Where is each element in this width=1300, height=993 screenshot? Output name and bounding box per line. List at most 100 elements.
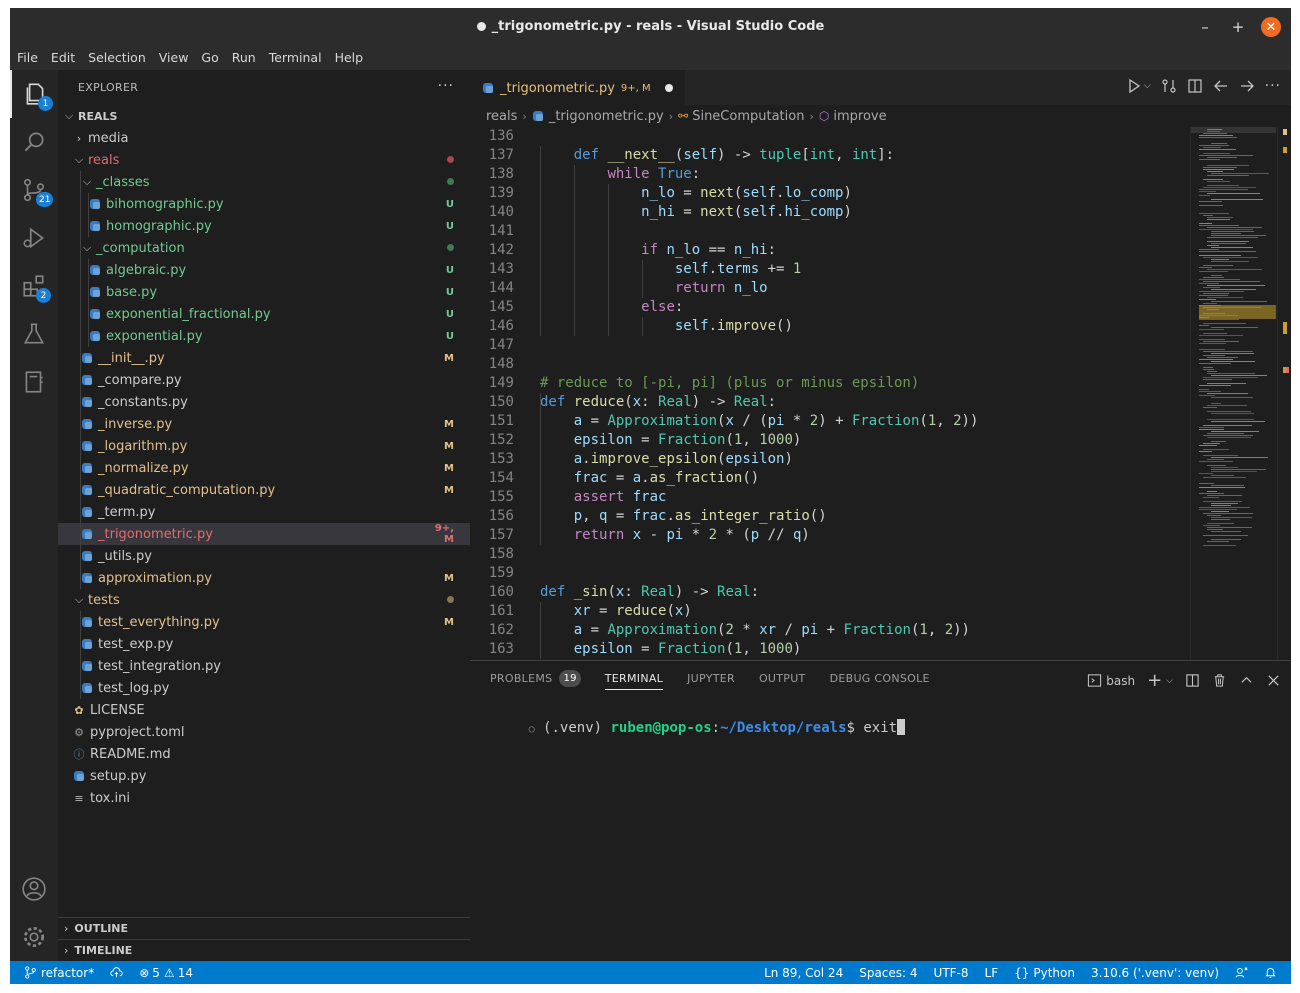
menu-item-run[interactable]: Run: [232, 50, 256, 65]
menu-item-edit[interactable]: Edit: [51, 50, 75, 65]
python-file-icon: [82, 375, 92, 385]
close-window-button[interactable]: ✕: [1261, 17, 1281, 37]
menu-item-help[interactable]: Help: [335, 50, 364, 65]
maximize-button[interactable]: +: [1228, 17, 1248, 37]
indentation[interactable]: Spaces: 4: [859, 966, 917, 980]
more-actions-icon[interactable]: ···: [1265, 78, 1281, 94]
compare-changes-icon[interactable]: [1161, 78, 1177, 94]
extensions-button[interactable]: 2: [10, 262, 58, 310]
tab-terminal[interactable]: TERMINAL: [604, 661, 664, 695]
code-editor[interactable]: 136 137 def __next__(self) -> tuple[int, …: [470, 127, 1190, 660]
shell-name[interactable]: bash: [1106, 674, 1135, 688]
split-terminal-icon[interactable]: [1185, 673, 1200, 688]
terminal-command[interactable]: exit: [863, 720, 897, 736]
menu-item-view[interactable]: View: [159, 50, 189, 65]
file-init-py[interactable]: __init__.py M: [58, 347, 470, 369]
cursor-position[interactable]: Ln 89, Col 24: [764, 966, 843, 980]
outline-section[interactable]: › OUTLINE: [58, 917, 470, 939]
file-inverse-py[interactable]: _inverse.py M: [58, 413, 470, 435]
chevron-down-icon[interactable]: ⌵: [1144, 81, 1151, 91]
item-label: _trigonometric.py: [98, 526, 213, 542]
testing-button[interactable]: [10, 310, 58, 358]
tab-jupyter[interactable]: JUPYTER: [687, 661, 735, 695]
file-quadratic-computation-py[interactable]: _quadratic_computation.py M: [58, 479, 470, 501]
file-tox-ini[interactable]: ≡ tox.ini: [58, 787, 470, 809]
chevron-down-icon[interactable]: ⌵: [1166, 676, 1173, 686]
file-license[interactable]: ✿ LICENSE: [58, 699, 470, 721]
file-exponential-fractional-py[interactable]: exponential_fractional.py U: [58, 303, 470, 325]
menu-item-terminal[interactable]: Terminal: [269, 50, 322, 65]
file-setup-py[interactable]: setup.py: [58, 765, 470, 787]
source-control-button[interactable]: 21: [10, 166, 58, 214]
close-icon[interactable]: [1266, 673, 1281, 688]
minimap-viewport[interactable]: [1191, 127, 1276, 133]
folder-media[interactable]: › media: [58, 127, 470, 149]
arrow-right-icon[interactable]: [1239, 78, 1255, 94]
folder-computation[interactable]: ⌵ _computation: [58, 237, 470, 259]
problems-indicator[interactable]: ⊗ 5 ⚠ 14: [139, 966, 193, 980]
tab-problems[interactable]: PROBLEMS 19: [490, 661, 581, 695]
chevron-up-icon[interactable]: [1239, 673, 1254, 688]
notifications-button[interactable]: [1264, 966, 1277, 979]
notebook-button[interactable]: [10, 358, 58, 406]
python-interpreter[interactable]: 3.10.6 ('.venv': venv): [1091, 966, 1219, 980]
tab-output[interactable]: OUTPUT: [759, 661, 806, 695]
menu-item-go[interactable]: Go: [201, 50, 218, 65]
line-number: 143: [488, 261, 514, 277]
file-test-exp-py[interactable]: test_exp.py: [58, 633, 470, 655]
end-of-line[interactable]: LF: [985, 966, 999, 980]
search-button[interactable]: [10, 118, 58, 166]
run-python-icon[interactable]: [1126, 78, 1142, 94]
breadcrumb-folder[interactable]: reals: [486, 109, 517, 124]
file-pyproject-toml[interactable]: ⚙ pyproject.toml: [58, 721, 470, 743]
breadcrumb-method[interactable]: improve: [833, 109, 886, 124]
file-base-py[interactable]: base.py U: [58, 281, 470, 303]
breadcrumb-class[interactable]: SineComputation: [692, 109, 804, 124]
language-mode[interactable]: {} Python: [1014, 966, 1075, 980]
breadcrumb-file[interactable]: _trigonometric.py: [549, 109, 664, 124]
manage-button[interactable]: [10, 913, 58, 961]
sync-button[interactable]: [110, 966, 123, 979]
file-test-everything-py[interactable]: test_everything.py M: [58, 611, 470, 633]
minimap[interactable]: [1190, 127, 1291, 660]
accounts-button[interactable]: [10, 865, 58, 913]
file-approximation-py[interactable]: approximation.py M: [58, 567, 470, 589]
more-actions-button[interactable]: ···: [438, 78, 454, 94]
new-terminal-icon[interactable]: +: [1147, 670, 1162, 691]
editor-scrollbar[interactable]: [1277, 127, 1291, 660]
folder-reals[interactable]: ⌵ reals: [58, 149, 470, 171]
arrow-left-icon[interactable]: [1213, 78, 1229, 94]
folder-tests[interactable]: ⌵ tests: [58, 589, 470, 611]
file-logarithm-py[interactable]: _logarithm.py M: [58, 435, 470, 457]
file-algebraic-py[interactable]: algebraic.py U: [58, 259, 470, 281]
menu-item-file[interactable]: File: [17, 50, 38, 65]
file-trigonometric-py[interactable]: _trigonometric.py 9+, M: [58, 523, 470, 545]
timeline-section[interactable]: › TIMELINE: [58, 939, 470, 961]
terminal-output[interactable]: ○ (.venv) ruben@pop-os:~/Desktop/reals$ …: [478, 703, 906, 752]
file-bihomographic-py[interactable]: bihomographic.py U: [58, 193, 470, 215]
explorer-button[interactable]: 1: [10, 70, 58, 118]
file-test-log-py[interactable]: test_log.py: [58, 677, 470, 699]
file-homographic-py[interactable]: homographic.py U: [58, 215, 470, 237]
trash-icon[interactable]: [1212, 673, 1227, 688]
file-test-integration-py[interactable]: test_integration.py: [58, 655, 470, 677]
file-exponential-py[interactable]: exponential.py U: [58, 325, 470, 347]
run-debug-button[interactable]: [10, 214, 58, 262]
tab-trigonometric[interactable]: _trigonometric.py 9+, M: [470, 70, 685, 105]
tab-debug-console[interactable]: DEBUG CONSOLE: [830, 661, 930, 695]
unsaved-dot-icon[interactable]: [664, 84, 673, 92]
file-compare-py[interactable]: _compare.py: [58, 369, 470, 391]
folder-classes[interactable]: ⌵ _classes: [58, 171, 470, 193]
split-editor-icon[interactable]: [1187, 78, 1203, 94]
feedback-button[interactable]: [1235, 966, 1248, 979]
encoding[interactable]: UTF-8: [934, 966, 969, 980]
file-readme-md[interactable]: ⓘ README.md: [58, 743, 470, 765]
branch-indicator[interactable]: refactor*: [24, 966, 94, 980]
file-constants-py[interactable]: _constants.py: [58, 391, 470, 413]
workspace-root[interactable]: ⌵ REALS: [58, 105, 470, 127]
menu-item-selection[interactable]: Selection: [88, 50, 146, 65]
file-utils-py[interactable]: _utils.py: [58, 545, 470, 567]
file-term-py[interactable]: _term.py: [58, 501, 470, 523]
file-normalize-py[interactable]: _normalize.py M: [58, 457, 470, 479]
minimize-button[interactable]: –: [1195, 17, 1215, 37]
